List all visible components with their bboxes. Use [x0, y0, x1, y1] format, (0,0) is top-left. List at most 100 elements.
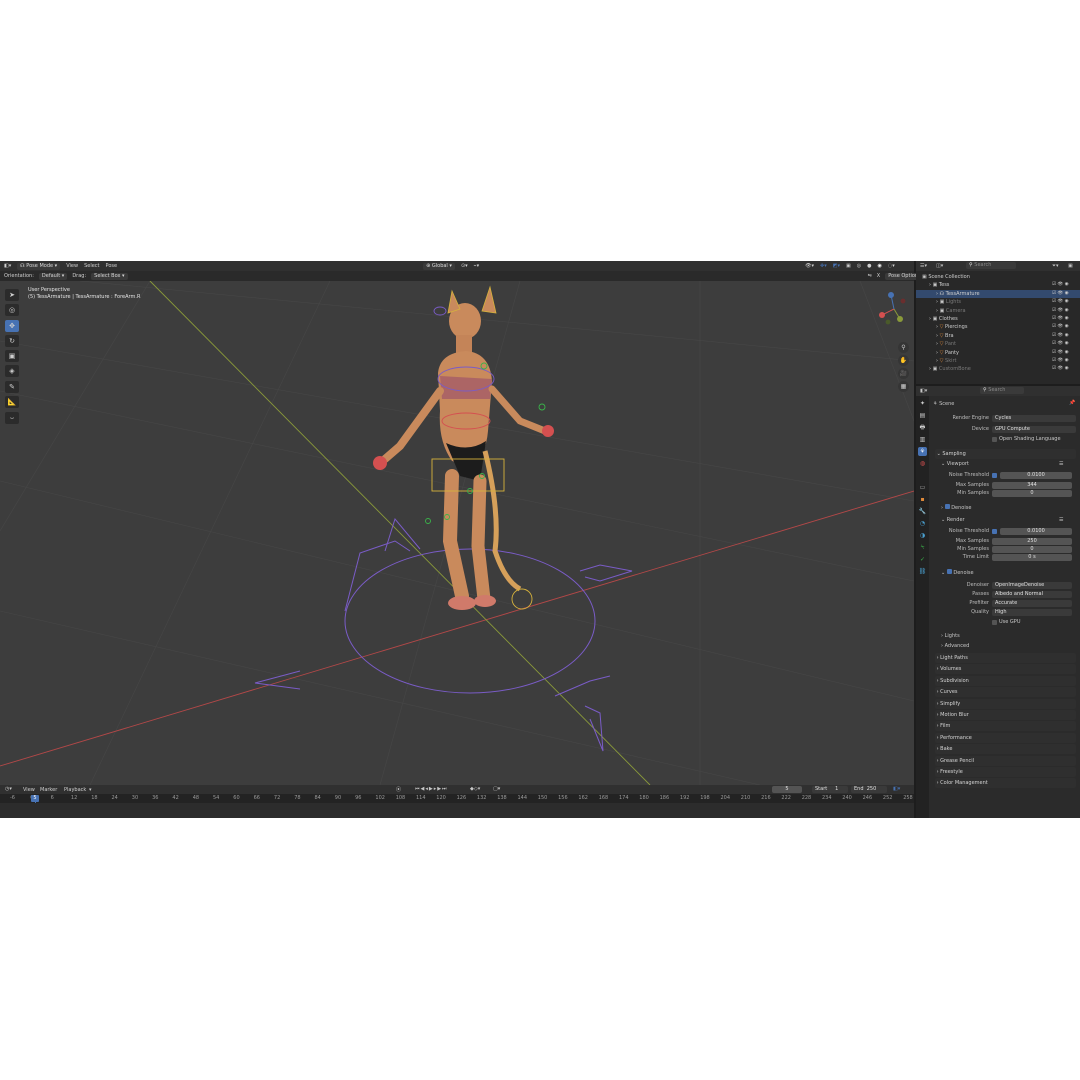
filter-icon[interactable]: ⏷▾	[1052, 263, 1059, 269]
osl-checkbox[interactable]	[992, 437, 997, 442]
vp-denoise-checkbox[interactable]	[944, 504, 950, 509]
menu-select[interactable]: Select	[84, 263, 99, 269]
tool-tab-icon[interactable]: ✦	[918, 399, 927, 408]
expand-arrow-icon[interactable]: ›	[916, 308, 940, 314]
visibility-toggles-icon[interactable]: ☑ 👁 ◉	[1052, 281, 1069, 289]
r-denoise-checkbox[interactable]	[946, 569, 952, 574]
visibility-toggles-icon[interactable]: ☑ 👁 ◉	[1052, 357, 1069, 365]
expand-arrow-icon[interactable]: ›	[916, 324, 940, 330]
expand-arrow-icon[interactable]: ›	[916, 299, 940, 305]
particles-tab-icon[interactable]: ◔	[918, 519, 927, 528]
preset-list-icon[interactable]: ☰	[1059, 461, 1063, 467]
keying-set-icon[interactable]: ▢▾	[493, 786, 500, 792]
camera-view-icon[interactable]: 🎥	[898, 368, 909, 379]
visibility-toggles-icon[interactable]: ☑ 👁 ◉	[1052, 307, 1069, 315]
panel-header[interactable]: › Performance	[935, 732, 1076, 743]
render-engine-dropdown[interactable]: Cycles	[992, 415, 1076, 422]
y-axis-handle[interactable]	[897, 316, 903, 322]
timeline-menu-marker[interactable]: Marker	[40, 787, 57, 793]
expand-arrow-icon[interactable]: ›	[916, 333, 940, 339]
expand-arrow-icon[interactable]: ›	[916, 358, 940, 364]
scene-tab-icon[interactable]: ⚘	[918, 447, 927, 456]
axis-lock-icon[interactable]: X	[877, 273, 880, 279]
expand-arrow-icon[interactable]: ›	[916, 350, 940, 356]
expand-arrow-icon[interactable]: ›	[916, 316, 933, 322]
editor-type-icon[interactable]: ◧▾	[4, 263, 11, 269]
pin-icon[interactable]: 📌	[1069, 400, 1075, 406]
render-tab-icon[interactable]: ▤	[918, 411, 927, 420]
passes-dropdown[interactable]: Albedo and Normal	[992, 591, 1072, 598]
device-dropdown[interactable]: GPU Compute	[992, 426, 1076, 433]
drag-dropdown[interactable]: Select Box ▾	[91, 272, 128, 280]
sampling-panel[interactable]: ⌄ Sampling	[935, 449, 1076, 459]
outliner-row[interactable]: › ▣ Camera ☑ 👁 ◉	[916, 307, 1080, 315]
properties-editor-icon[interactable]: ◧▾	[920, 388, 927, 394]
visibility-toggles-icon[interactable]: ☑ 👁 ◉	[1052, 340, 1069, 348]
mode-dropdown[interactable]: ☊ Pose Mode ▾	[17, 262, 61, 270]
outliner-row[interactable]: › ▽ Skirt ☑ 👁 ◉	[916, 357, 1080, 365]
panel-header[interactable]: › Film	[935, 721, 1076, 732]
select-tool-icon[interactable]: ➤	[5, 289, 19, 301]
clock-icon[interactable]: ◷▾	[5, 786, 12, 792]
panel-header[interactable]: › Light Paths	[935, 653, 1076, 663]
collection-tab-icon[interactable]: ▭	[918, 483, 927, 492]
visibility-toggles-icon[interactable]: ☑ 👁 ◉	[1052, 323, 1069, 331]
gizmo-toggle-icon[interactable]: ✥▾	[820, 263, 827, 269]
r-noise-checkbox[interactable]	[992, 529, 997, 534]
display-mode-icon[interactable]: ◫▾	[936, 263, 943, 269]
panel-header[interactable]: › Volumes	[935, 664, 1076, 675]
quality-dropdown[interactable]: High	[992, 609, 1072, 616]
constraints-tab-icon[interactable]: ⛓	[918, 567, 927, 576]
expand-arrow-icon[interactable]: ›	[916, 291, 940, 297]
render-preset-icon[interactable]: ☰	[1059, 517, 1063, 523]
outliner-row[interactable]: › ▽ Bra ☑ 👁 ◉	[916, 332, 1080, 340]
visibility-toggles-icon[interactable]: ☑ 👁 ◉	[1052, 349, 1069, 357]
panel-header[interactable]: › Subdivision	[935, 675, 1076, 686]
end-frame-field[interactable]: End 250	[851, 786, 887, 793]
navigation-gizmo[interactable]	[876, 289, 914, 329]
r-min-field[interactable]: 0	[992, 546, 1072, 553]
lights-subpanel[interactable]: › Lights	[941, 632, 960, 640]
pivot-icon[interactable]: ⊙▾	[461, 263, 468, 269]
visibility-toggles-icon[interactable]: ☑ 👁 ◉	[1052, 365, 1069, 373]
xray-icon[interactable]: ▣	[846, 263, 851, 269]
panel-header[interactable]: › Color Management	[935, 778, 1076, 789]
visibility-icon[interactable]: 👁▾	[805, 263, 814, 269]
annotate-tool-icon[interactable]: ✎	[5, 381, 19, 393]
transform-tool-icon[interactable]: ◈	[5, 365, 19, 377]
visibility-toggles-icon[interactable]: ☑ 👁 ◉	[1052, 298, 1069, 306]
record-icon[interactable]: ⦿	[396, 786, 401, 793]
visibility-toggles-icon[interactable]: ☑ 👁 ◉	[1052, 290, 1069, 298]
shading-rendered-icon[interactable]: ◌▾	[888, 263, 895, 269]
outliner-row[interactable]: ▣ Scene Collection	[916, 273, 1080, 281]
perspective-toggle-icon[interactable]: ▦	[898, 381, 909, 392]
expand-arrow-icon[interactable]: ›	[916, 341, 940, 347]
armature-tab-icon[interactable]: ⍀	[918, 543, 927, 552]
3d-viewport[interactable]: User Perspective (5) TessArmature | Tess…	[0, 281, 914, 785]
outliner-row[interactable]: › ▽ Piercings ☑ 👁 ◉	[916, 323, 1080, 331]
panel-header[interactable]: › Motion Blur	[935, 710, 1076, 720]
object-tab-icon[interactable]: ▪	[918, 495, 927, 504]
panel-header[interactable]: › Simplify	[935, 698, 1076, 709]
outliner-row[interactable]: › ▣ Lights ☑ 👁 ◉	[916, 298, 1080, 306]
panel-header[interactable]: › Bake	[935, 744, 1076, 755]
x-axis-handle[interactable]	[879, 312, 885, 318]
outliner-row[interactable]: › ▣ Clothes ☑ 👁 ◉	[916, 315, 1080, 323]
visibility-toggles-icon[interactable]: ☑ 👁 ◉	[1052, 315, 1069, 323]
r-time-field[interactable]: 0 s	[992, 554, 1072, 561]
timeline-track-area[interactable]	[0, 803, 914, 818]
r-denoise-subpanel[interactable]: ⌄ Denoise	[941, 569, 974, 577]
denoiser-dropdown[interactable]: OpenImageDenoise	[992, 582, 1072, 589]
vp-noise-field[interactable]: 0.0100	[1000, 472, 1072, 479]
overlay-icon[interactable]: ◩▾	[833, 263, 840, 269]
timeline-menu-playback[interactable]: Playback	[64, 787, 86, 793]
shading-wireframe-icon[interactable]: ◎	[857, 263, 861, 269]
view-layer-tab-icon[interactable]: ▥	[918, 435, 927, 444]
menu-pose[interactable]: Pose	[106, 263, 118, 269]
shading-solid-icon[interactable]: ●	[867, 263, 871, 269]
keyframe-icons[interactable]: ◆◇▾	[470, 786, 480, 792]
outliner-editor-icon[interactable]: ☰▾	[920, 263, 927, 269]
panel-header[interactable]: › Curves	[935, 687, 1076, 698]
visibility-toggles-icon[interactable]: ☑ 👁 ◉	[1052, 332, 1069, 340]
cursor-tool-icon[interactable]: ◎	[5, 304, 19, 316]
